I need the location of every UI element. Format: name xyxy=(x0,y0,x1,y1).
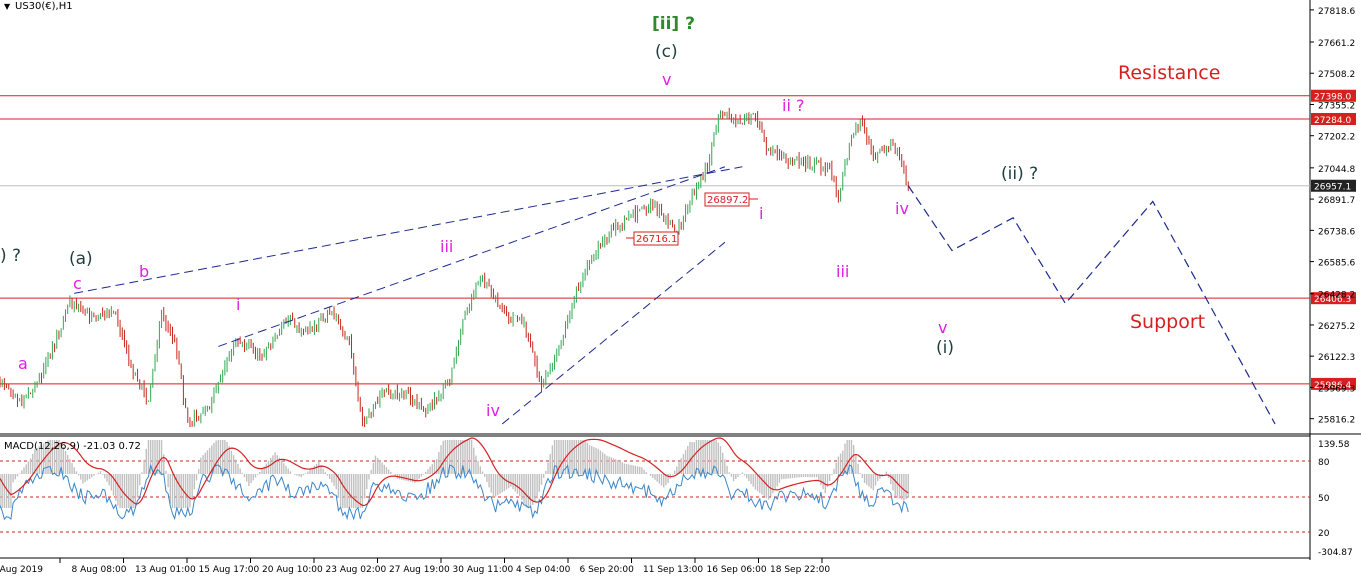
x-tick-label-9: 6 Sep 20:00 xyxy=(580,565,635,575)
macd-title: MACD(12,26,9) -21.03 0.72 xyxy=(4,441,141,452)
wave-label-v-right: v xyxy=(938,318,947,337)
y-tick-label-10: 26275.2 xyxy=(1318,322,1355,332)
y-tick-label-5: 27044.8 xyxy=(1318,165,1355,175)
chart-svg: 139.58805020-304.87 27398.027284.026957.… xyxy=(0,0,1361,575)
y-tick-label-1: 27661.2 xyxy=(1318,39,1355,49)
wave-label-iv-right: iv xyxy=(895,199,909,218)
wave-label-paren-c: (c) xyxy=(655,42,678,62)
y-tick-label-9: 26428.2 xyxy=(1318,291,1355,301)
wave-label-i-left: i xyxy=(236,295,240,314)
wave-label-ii-question: ii ? xyxy=(782,96,804,115)
y-tick-label-4: 27202.2 xyxy=(1318,133,1355,143)
dropdown-arrow-icon[interactable]: ▼ xyxy=(4,2,11,11)
y-tick-label-3: 27355.2 xyxy=(1318,101,1355,111)
wave-label-b: b xyxy=(139,262,149,281)
wave-label-a: a xyxy=(18,354,28,373)
wave-label-bracket-ii: [ii] ? xyxy=(652,14,695,34)
time-axis: 5 Aug 2019 8 Aug 08:00 13 Aug 01:0015 Aug … xyxy=(0,558,830,575)
macd-tick-label-2: 50 xyxy=(1318,494,1330,504)
wave-label-paren-ii: (ii) ? xyxy=(1001,164,1038,184)
y-tick-label-6: 26891.7 xyxy=(1318,196,1355,206)
x-tick-label-0: 5 Aug 2019 xyxy=(0,565,43,575)
wave-label-c: c xyxy=(73,274,82,293)
macd-panel: 139.58 80 50 20 -304.87 xyxy=(0,437,1353,558)
y-tick-label-11: 26122.3 xyxy=(1318,353,1355,363)
x-tick-label-7: 30 Aug 11:00 xyxy=(453,565,514,575)
macd-tick-label-1: 80 xyxy=(1318,458,1330,468)
y-tick-label-13: 25816.2 xyxy=(1318,416,1355,426)
wave-label-iii-left: iii xyxy=(440,237,453,256)
x-tick-label-5: 23 Aug 02:00 xyxy=(326,565,387,575)
wave-label-paren-a: (a) xyxy=(69,249,93,269)
chart-title: US30(€),H1 xyxy=(15,1,73,12)
wave-label-iii-right: iii xyxy=(836,262,849,281)
y-tick-label-2: 27508.2 xyxy=(1318,70,1355,80)
y-tick-label-0: 27818.6 xyxy=(1318,7,1355,17)
price-label-26716-text: 26716.1 xyxy=(636,234,677,245)
level-tag-text-1: 27284.0 xyxy=(1314,116,1351,126)
wave-label-left-edge: ) ? xyxy=(0,246,21,266)
x-tick-label-8: 4 Sep 04:00 xyxy=(516,565,571,575)
x-tick-label-10: 11 Sep 13:00 xyxy=(643,565,703,575)
price-panel-frame xyxy=(0,0,1310,434)
x-tick-label-1: 8 Aug 08:00 xyxy=(72,565,127,575)
wave-label-iv-left: iv xyxy=(486,401,500,420)
price-label-26897-text: 26897.2 xyxy=(707,195,748,206)
support-label: Support xyxy=(1130,311,1205,333)
x-tick-label-3: 15 Aug 17:00 xyxy=(199,565,260,575)
wave-label-paren-i: (i) xyxy=(936,338,954,358)
wave-label-v-top: v xyxy=(662,70,671,89)
price-axis: 27818.6 27661.2 27508.2 27355.2 27202.2 27044… xyxy=(1310,7,1355,426)
x-tick-label-11: 16 Sep 06:00 xyxy=(707,565,767,575)
resistance-label: Resistance xyxy=(1118,62,1220,84)
price-label-26716: 26716.1 xyxy=(626,231,679,246)
y-tick-label-7: 26738.6 xyxy=(1318,227,1355,237)
x-tick-label-6: 27 Aug 19:00 xyxy=(389,565,450,575)
macd-tick-label-0: 139.58 xyxy=(1318,440,1350,450)
wave-label-i-right: i xyxy=(759,204,763,223)
macd-tick-label-3: 20 xyxy=(1318,529,1330,539)
x-tick-label-2: 13 Aug 01:00 xyxy=(135,565,196,575)
y-tick-label-8: 26585.6 xyxy=(1318,259,1355,269)
level-tag-text-2: 26957.1 xyxy=(1314,183,1351,193)
macd-tick-label-4: -304.87 xyxy=(1318,548,1353,558)
x-tick-label-12: 18 Sep 22:00 xyxy=(770,565,830,575)
y-tick-label-12: 25969.3 xyxy=(1318,384,1355,394)
x-tick-label-4: 20 Aug 10:00 xyxy=(262,565,323,575)
